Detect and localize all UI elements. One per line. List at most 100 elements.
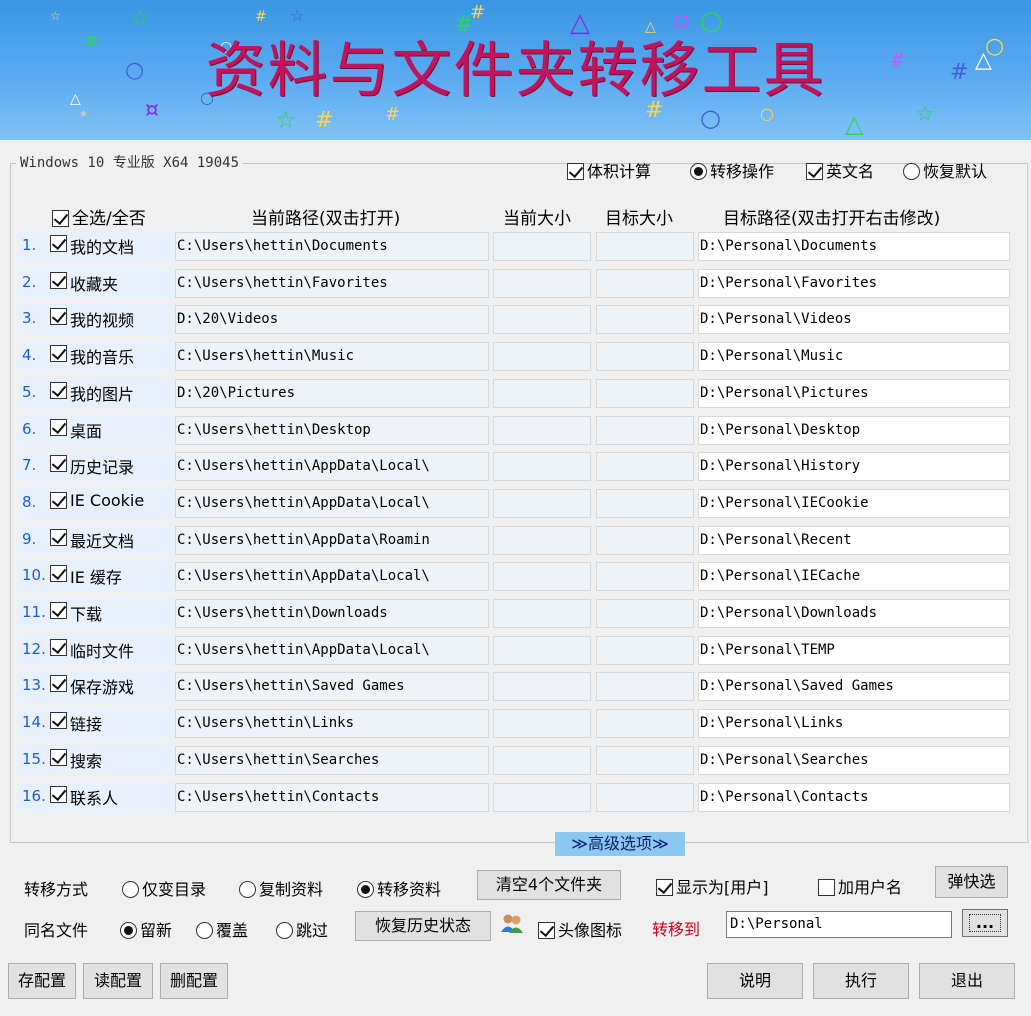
row-checkbox[interactable]: [50, 381, 67, 399]
overwrite-radio[interactable]: [196, 922, 213, 939]
copy-data-radio[interactable]: [239, 881, 256, 898]
help-button[interactable]: 说明: [707, 963, 803, 999]
add-username-checkbox[interactable]: [818, 879, 835, 896]
transfer-op-radio[interactable]: [690, 163, 707, 180]
target-path-field[interactable]: D:\Personal\Saved Games: [698, 672, 1010, 702]
add-username-option[interactable]: 加用户名: [818, 874, 902, 898]
current-path-field[interactable]: C:\Users\hettin\AppData\Local\: [175, 635, 489, 665]
row-checkbox[interactable]: [50, 748, 67, 766]
exit-button[interactable]: 退出: [919, 963, 1015, 999]
row-checkbox[interactable]: [50, 785, 67, 803]
target-path-field[interactable]: D:\Personal\Contacts: [698, 782, 1010, 812]
target-path-field[interactable]: D:\Personal\Favorites: [698, 268, 1010, 298]
row-folder-name: 最近文档: [70, 531, 135, 551]
target-path-field[interactable]: D:\Personal\TEMP: [698, 635, 1010, 665]
move-data-radio[interactable]: [357, 881, 374, 898]
target-path-field[interactable]: D:\Personal\Documents: [698, 232, 1010, 261]
show-user-checkbox[interactable]: [656, 879, 673, 896]
select-all-checkbox[interactable]: [52, 210, 69, 227]
browse-button[interactable]: ...: [962, 909, 1008, 937]
current-path-field[interactable]: C:\Users\hettin\Documents: [175, 232, 489, 261]
folder-row: 6. 桌面 C:\Users\hettin\Desktop D:\Personal\D…: [18, 413, 1018, 446]
row-checkbox[interactable]: [50, 418, 67, 436]
target-path-field[interactable]: D:\Personal\IECache: [698, 562, 1010, 592]
move-data-option[interactable]: 转移资料: [357, 876, 441, 900]
save-config-button[interactable]: 存配置: [8, 963, 76, 999]
target-path-field[interactable]: D:\Personal\Links: [698, 709, 1010, 739]
row-checkbox[interactable]: [50, 602, 67, 619]
execute-button[interactable]: 执行: [813, 963, 909, 999]
quick-select-button[interactable]: 弹快选: [935, 866, 1008, 898]
current-path-field[interactable]: C:\Users\hettin\Saved Games: [175, 672, 489, 702]
target-path-field[interactable]: D:\Personal\Videos: [698, 305, 1010, 335]
current-path-field[interactable]: C:\Users\hettin\AppData\Local\: [175, 452, 489, 482]
target-path-field[interactable]: D:\Personal\IECookie: [698, 488, 1010, 518]
volume-calc-option[interactable]: 体积计算: [567, 158, 651, 182]
row-checkbox[interactable]: [50, 528, 67, 546]
target-size-field: [596, 525, 694, 555]
row-folder-name: 桌面: [70, 421, 103, 441]
row-index: 1.: [22, 236, 37, 254]
current-path-field[interactable]: C:\Users\hettin\Desktop: [175, 415, 489, 445]
advanced-options-toggle[interactable]: ≫高级选项≫: [555, 832, 685, 856]
overwrite-option[interactable]: 覆盖: [196, 917, 248, 941]
current-path-field[interactable]: D:\20\Pictures: [175, 378, 489, 408]
transfer-op-option[interactable]: 转移操作: [690, 158, 774, 182]
row-index: 9.: [22, 529, 37, 548]
restore-history-button[interactable]: 恢复历史状态: [355, 911, 491, 941]
volume-calc-checkbox[interactable]: [567, 163, 584, 180]
target-path-field[interactable]: D:\Personal\Recent: [698, 525, 1010, 555]
target-size-field: [596, 305, 694, 335]
row-folder-name: 我的图片: [70, 384, 135, 404]
english-name-option[interactable]: 英文名: [806, 158, 874, 182]
current-path-field[interactable]: C:\Users\hettin\AppData\Local\: [175, 488, 489, 518]
target-path-field[interactable]: D:\Personal\Desktop: [698, 415, 1010, 445]
row-checkbox[interactable]: [50, 638, 67, 656]
avatar-icon-checkbox[interactable]: [538, 922, 555, 939]
folder-row: 12. 临时文件 C:\Users\hettin\AppData\Local\ D:\…: [18, 633, 1018, 666]
select-all-option[interactable]: 全选/全否: [52, 204, 146, 229]
row-checkbox[interactable]: [50, 491, 67, 509]
avatar-icon-option[interactable]: 头像图标: [538, 917, 622, 941]
only-change-dir-radio[interactable]: [122, 881, 139, 898]
english-name-checkbox[interactable]: [806, 163, 823, 180]
only-change-dir-option[interactable]: 仅变目录: [122, 876, 206, 900]
row-checkbox[interactable]: [50, 235, 67, 252]
row-checkbox[interactable]: [50, 308, 67, 326]
load-config-button[interactable]: 读配置: [83, 963, 153, 999]
current-path-field[interactable]: C:\Users\hettin\Favorites: [175, 268, 489, 298]
delete-config-button[interactable]: 删配置: [160, 963, 228, 999]
target-path-field[interactable]: D:\Personal\Downloads: [698, 599, 1010, 628]
restore-default-option[interactable]: 恢复默认: [903, 158, 987, 182]
current-path-field[interactable]: C:\Users\hettin\Contacts: [175, 782, 489, 812]
move-to-path-input[interactable]: D:\Personal: [726, 911, 952, 938]
row-folder-name: 我的视频: [70, 311, 135, 331]
row-checkbox[interactable]: [50, 271, 67, 289]
keep-newer-radio[interactable]: [120, 922, 137, 939]
copy-data-option[interactable]: 复制资料: [239, 876, 323, 900]
target-path-field[interactable]: D:\Personal\Pictures: [698, 378, 1010, 408]
row-checkbox[interactable]: [50, 675, 67, 693]
current-path-field[interactable]: C:\Users\hettin\Music: [175, 342, 489, 372]
current-path-field[interactable]: C:\Users\hettin\AppData\Roamin: [175, 525, 489, 555]
current-path-field[interactable]: D:\20\Videos: [175, 305, 489, 335]
show-user-option[interactable]: 显示为[用户]: [656, 874, 769, 898]
row-checkbox[interactable]: [50, 345, 67, 363]
skip-radio[interactable]: [276, 922, 293, 939]
keep-newer-option[interactable]: 留新: [120, 917, 172, 941]
target-path-field[interactable]: D:\Personal\Searches: [698, 745, 1010, 775]
folder-row: 3. 我的视频 D:\20\Videos D:\Personal\Videos: [18, 303, 1018, 336]
restore-default-radio[interactable]: [903, 163, 920, 180]
row-checkbox[interactable]: [50, 455, 67, 473]
row-checkbox[interactable]: [50, 712, 67, 730]
target-path-field[interactable]: D:\Personal\Music: [698, 342, 1010, 372]
current-path-field[interactable]: C:\Users\hettin\Links: [175, 709, 489, 739]
current-path-field[interactable]: C:\Users\hettin\AppData\Local\: [175, 562, 489, 592]
target-path-field[interactable]: D:\Personal\History: [698, 452, 1010, 482]
clear-folders-button[interactable]: 清空4个文件夹: [477, 870, 621, 900]
current-path-field[interactable]: C:\Users\hettin\Downloads: [175, 599, 489, 628]
current-path-field[interactable]: C:\Users\hettin\Searches: [175, 745, 489, 775]
row-checkbox[interactable]: [50, 565, 67, 583]
skip-option[interactable]: 跳过: [276, 917, 328, 941]
folder-row: 14. 链接 C:\Users\hettin\Links D:\Personal\Li…: [18, 707, 1018, 740]
